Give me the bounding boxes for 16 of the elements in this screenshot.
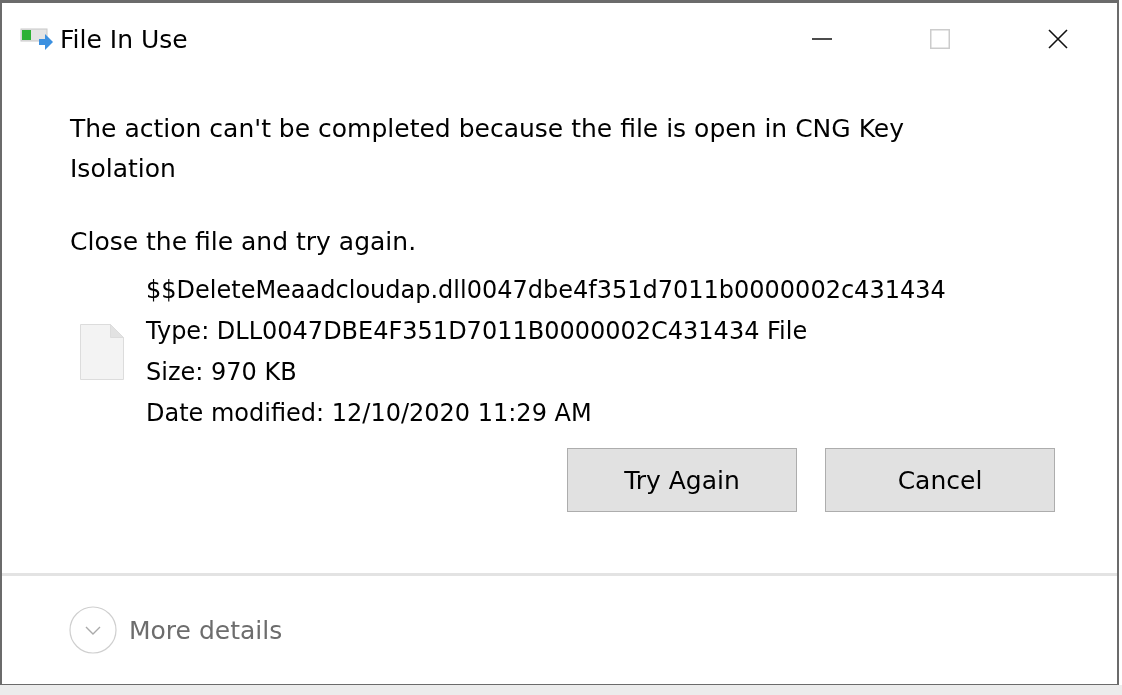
file-icon: [80, 324, 124, 380]
error-message: The action can't be completed because the file is open in CNG Key Isolation: [70, 113, 905, 185]
chevron-down-icon[interactable]: [69, 606, 117, 654]
close-icon: [1048, 29, 1068, 49]
try-again-button[interactable]: Try Again: [567, 448, 797, 512]
window-title: File In Use: [60, 24, 188, 54]
file-move-icon: [20, 26, 54, 52]
file-type: Type: DLL0047DBE4F351D7011B0000002C431434 File: [146, 316, 809, 347]
file-date: Date modified: 12/10/2020 11:29 AM: [146, 398, 593, 429]
file-name: $$DeleteMeaadcloudap.dll0047dbe4f351d7011b0000002c431434: [146, 275, 946, 306]
more-details-link[interactable]: More details: [129, 615, 283, 645]
cancel-button[interactable]: Cancel: [825, 448, 1055, 512]
instruction-text: Close the file and try again.: [70, 226, 418, 258]
maximize-icon: [930, 29, 950, 49]
minimize-icon: [812, 38, 832, 40]
file-size: Size: 970 KB: [146, 357, 298, 388]
